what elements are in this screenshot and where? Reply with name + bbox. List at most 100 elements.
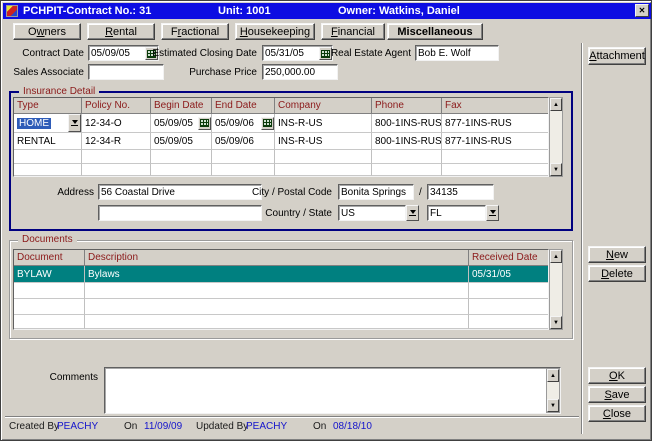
new-button[interactable]: New	[588, 246, 646, 263]
insurance-policy-cell[interactable]: 12-34-R	[82, 133, 151, 150]
insurance-scrollbar[interactable]: ▲ ▼	[549, 97, 563, 177]
footer-divider	[5, 416, 579, 418]
column-header-company[interactable]: Company	[275, 98, 372, 114]
calendar-icon[interactable]	[198, 117, 211, 130]
tab-fractional[interactable]: Fractional	[161, 23, 229, 40]
tab-financial[interactable]: Financial	[321, 23, 385, 40]
scroll-up-icon[interactable]: ▲	[550, 250, 562, 263]
updated-on-value: 08/18/10	[333, 421, 372, 432]
column-header-policy-no[interactable]: Policy No.	[82, 98, 151, 114]
country-dropdown-icon[interactable]	[406, 205, 419, 221]
scroll-up-icon[interactable]: ▲	[550, 98, 562, 111]
comments-textarea[interactable]	[104, 367, 561, 414]
scroll-down-icon[interactable]: ▼	[547, 399, 559, 412]
insurance-table: Type Policy No. Begin Date End Date Comp…	[13, 97, 549, 177]
tab-owners[interactable]: Owners	[13, 23, 81, 40]
document-row-empty[interactable]	[14, 299, 548, 315]
tab-miscellaneous[interactable]: Miscellaneous	[387, 23, 483, 40]
document-row-empty[interactable]	[14, 315, 548, 329]
insurance-company-cell[interactable]: INS-R-US	[275, 114, 372, 133]
column-header-end-date[interactable]: End Date	[212, 98, 275, 114]
insurance-company-cell[interactable]: INS-R-US	[275, 133, 372, 150]
documents-table-header: Document Description Received Date	[14, 250, 548, 266]
column-header-fax[interactable]: Fax	[442, 98, 548, 114]
close-icon[interactable]: ✕	[635, 4, 649, 17]
tab-rental[interactable]: Rental	[87, 23, 155, 40]
address-label: Address	[57, 187, 94, 198]
insurance-row-empty[interactable]	[14, 150, 548, 164]
attachment-button[interactable]: Attachment	[588, 47, 646, 65]
documents-scrollbar[interactable]: ▲ ▼	[549, 249, 563, 330]
calendar-icon[interactable]	[261, 117, 274, 130]
insurance-phone-cell[interactable]: 800-1INS-RUS	[372, 133, 442, 150]
document-cell[interactable]: BYLAW	[14, 266, 85, 283]
sales-associate-input[interactable]	[88, 64, 164, 80]
real-estate-agent-input[interactable]	[415, 45, 499, 61]
button-panel-divider	[581, 43, 583, 434]
document-row-selected[interactable]: BYLAW Bylaws 05/31/05	[14, 266, 548, 283]
scroll-down-icon[interactable]: ▼	[550, 163, 562, 176]
insurance-end-date-cell[interactable]: 05/09/06	[212, 133, 275, 150]
country-input[interactable]: US	[338, 205, 406, 221]
address-line1-input[interactable]	[98, 184, 262, 200]
document-row-empty[interactable]	[14, 283, 548, 299]
contract-date-label: Contract Date	[22, 48, 84, 59]
insurance-row[interactable]: RENTAL 12-34-R 05/09/05 05/09/06 INS-R-U…	[14, 133, 548, 150]
created-by-value: PEACHY	[57, 421, 98, 432]
column-header-document[interactable]: Document	[14, 250, 85, 266]
insurance-type-cell[interactable]: HOME	[14, 114, 82, 133]
postal-code-input[interactable]	[427, 184, 494, 200]
insurance-table-header: Type Policy No. Begin Date End Date Comp…	[14, 98, 548, 114]
created-on-label: On	[124, 421, 137, 432]
window-title-unit: Unit: 1001	[218, 5, 271, 17]
contract-dialog-window: PCHPIT-Contract No.: 31 Unit: 1001 Owner…	[0, 0, 652, 441]
scroll-down-icon[interactable]: ▼	[550, 316, 562, 329]
insurance-begin-date-cell[interactable]: 05/09/05	[151, 114, 212, 133]
comments-scrollbar[interactable]: ▲ ▼	[546, 368, 560, 413]
save-button[interactable]: Save	[588, 386, 646, 403]
country-state-label: Country / State	[265, 208, 332, 219]
insurance-begin-date-cell[interactable]: 05/09/05	[151, 133, 212, 150]
city-input[interactable]	[338, 184, 414, 200]
column-header-type[interactable]: Type	[14, 98, 82, 114]
ok-button[interactable]: OK	[588, 367, 646, 384]
insurance-type-cell[interactable]: RENTAL	[14, 133, 82, 150]
insurance-detail-title: Insurance Detail	[19, 86, 99, 97]
updated-by-label: Updated By	[196, 421, 248, 432]
created-by-label: Created By	[9, 421, 59, 432]
scroll-up-icon[interactable]: ▲	[547, 369, 559, 382]
purchase-price-label: Purchase Price	[189, 67, 257, 78]
sales-associate-label: Sales Associate	[13, 67, 84, 78]
insurance-fax-cell[interactable]: 877-1INS-RUS	[442, 133, 548, 150]
comments-label: Comments	[50, 372, 98, 383]
documents-title: Documents	[18, 234, 77, 245]
updated-on-label: On	[313, 421, 326, 432]
column-header-description[interactable]: Description	[85, 250, 469, 266]
tab-housekeeping[interactable]: Housekeeping	[235, 23, 315, 40]
insurance-fax-cell[interactable]: 877-1INS-RUS	[442, 114, 548, 133]
app-icon	[6, 5, 18, 17]
column-header-phone[interactable]: Phone	[372, 98, 442, 114]
insurance-policy-cell[interactable]: 12-34-O	[82, 114, 151, 133]
close-button[interactable]: Close	[588, 405, 646, 422]
insurance-row-empty[interactable]	[14, 164, 548, 176]
updated-by-value: PEACHY	[246, 421, 287, 432]
purchase-price-input[interactable]	[262, 64, 338, 80]
window-title-owner: Owner: Watkins, Daniel	[338, 5, 460, 17]
created-on-value: 11/09/09	[144, 421, 182, 432]
insurance-row[interactable]: HOME 12-34-O 05/09/05 05/09/06 INS-R-US …	[14, 114, 548, 133]
type-dropdown-icon[interactable]	[68, 114, 81, 132]
insurance-end-date-cell[interactable]: 05/09/06	[212, 114, 275, 133]
city-postal-separator: /	[419, 187, 422, 198]
state-input[interactable]: FL	[427, 205, 486, 221]
received-date-cell[interactable]: 05/31/05	[469, 266, 548, 283]
real-estate-agent-label: Real Estate Agent	[331, 48, 411, 59]
insurance-phone-cell[interactable]: 800-1INS-RUS	[372, 114, 442, 133]
delete-button[interactable]: Delete	[588, 265, 646, 282]
city-postal-label: City / Postal Code	[252, 187, 332, 198]
description-cell[interactable]: Bylaws	[85, 266, 469, 283]
column-header-begin-date[interactable]: Begin Date	[151, 98, 212, 114]
column-header-received-date[interactable]: Received Date	[469, 250, 548, 266]
address-line2-input[interactable]	[98, 205, 262, 221]
state-dropdown-icon[interactable]	[486, 205, 499, 221]
